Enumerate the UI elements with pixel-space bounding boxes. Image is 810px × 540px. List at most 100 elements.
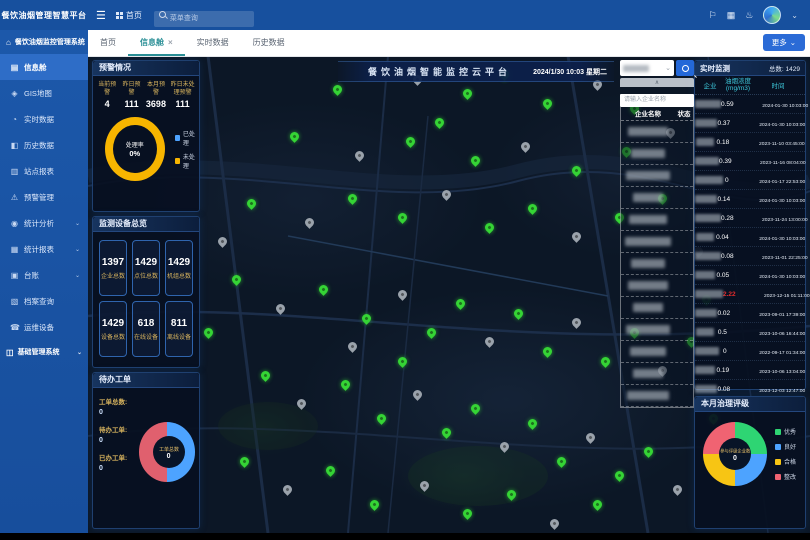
- table-row[interactable]: 02022-09-17 01:34:00: [695, 342, 805, 361]
- map-pin[interactable]: [570, 164, 583, 177]
- map-pin[interactable]: [418, 479, 431, 492]
- sidebar-item[interactable]: ▤信息舱: [0, 54, 88, 80]
- map-pin[interactable]: [411, 388, 424, 401]
- tab-item[interactable]: 历史数据: [241, 30, 297, 56]
- map-pin[interactable]: [404, 135, 417, 148]
- tab-item[interactable]: 实时数据: [185, 30, 241, 56]
- list-item[interactable]: [621, 275, 693, 297]
- menu-search-input[interactable]: [154, 11, 254, 27]
- map-pin[interactable]: [375, 412, 388, 425]
- sidebar-item[interactable]: ◔实时数据: [0, 106, 88, 132]
- map-pin[interactable]: [425, 326, 438, 339]
- table-row[interactable]: 0.372024-01-30 10:03:00: [695, 114, 805, 133]
- map-pin[interactable]: [216, 235, 229, 248]
- table-row[interactable]: 0.042024-01-30 10:03:00: [695, 228, 805, 247]
- map-pin[interactable]: [332, 83, 345, 96]
- table-row[interactable]: 0.592024-01-30 10:03:00: [695, 95, 805, 114]
- map-pin[interactable]: [440, 188, 453, 201]
- list-item[interactable]: [621, 143, 693, 165]
- list-item[interactable]: [621, 209, 693, 231]
- list-item[interactable]: [621, 165, 693, 187]
- map-pin[interactable]: [281, 483, 294, 496]
- sidebar-item[interactable]: ⚠预警管理: [0, 184, 88, 210]
- table-row[interactable]: 0.142024-01-30 10:03:00: [695, 190, 805, 209]
- list-item[interactable]: [621, 231, 693, 253]
- enterprise-search-button[interactable]: [676, 60, 694, 76]
- sidebar-item[interactable]: ▧档案查询: [0, 288, 88, 314]
- map-pin[interactable]: [288, 130, 301, 143]
- map-pin[interactable]: [353, 150, 366, 163]
- table-row[interactable]: 0.392023-11-16 08:04:00: [695, 152, 805, 171]
- tab-active[interactable]: 信息舱×: [128, 30, 185, 56]
- sidebar-item[interactable]: ▦统计报表⌄: [0, 236, 88, 262]
- map-pin[interactable]: [202, 326, 215, 339]
- table-row[interactable]: 0.022023-09-01 17:39:00: [695, 304, 805, 323]
- map-pin[interactable]: [469, 402, 482, 415]
- theme-icon[interactable]: ⚐: [709, 11, 717, 20]
- enterprise-select[interactable]: ⌄: [620, 60, 674, 76]
- table-row[interactable]: 2.222023-12-15 01:11:00: [695, 285, 805, 304]
- map-pin[interactable]: [462, 88, 475, 101]
- map-pin[interactable]: [555, 455, 568, 468]
- map-pin[interactable]: [454, 297, 467, 310]
- sidebar-item[interactable]: ◉统计分析⌄: [0, 210, 88, 236]
- more-button[interactable]: 更多⌄: [763, 34, 805, 51]
- apps-icon[interactable]: ▦: [727, 11, 736, 20]
- enterprise-search-input[interactable]: [620, 94, 694, 107]
- map-pin[interactable]: [397, 355, 410, 368]
- list-item[interactable]: [621, 363, 693, 385]
- map-pin[interactable]: [245, 197, 258, 210]
- map-pin[interactable]: [541, 345, 554, 358]
- list-item[interactable]: [621, 385, 693, 407]
- map-pin[interactable]: [368, 498, 381, 511]
- sidebar-item[interactable]: ▥站点报表: [0, 158, 88, 184]
- map-pin[interactable]: [512, 307, 525, 320]
- map-pin[interactable]: [433, 116, 446, 129]
- map-pin[interactable]: [671, 483, 684, 496]
- sidebar-section-bottom[interactable]: ◫ 基础管理系统 ⌄: [0, 340, 88, 364]
- map-pin[interactable]: [483, 336, 496, 349]
- map-pin[interactable]: [346, 340, 359, 353]
- collapse-tab[interactable]: ∧: [620, 78, 694, 87]
- map-pin[interactable]: [527, 202, 540, 215]
- table-row[interactable]: 0.182023-11-10 03:45:00: [695, 133, 805, 152]
- list-item[interactable]: [621, 121, 693, 143]
- map-pin[interactable]: [505, 488, 518, 501]
- sidebar-item[interactable]: ◧历史数据: [0, 132, 88, 158]
- map-pin[interactable]: [570, 231, 583, 244]
- map-pin[interactable]: [440, 426, 453, 439]
- map-pin[interactable]: [238, 455, 251, 468]
- map-pin[interactable]: [642, 445, 655, 458]
- table-row[interactable]: 02024-01-17 22:53:00: [695, 171, 805, 190]
- list-item[interactable]: [621, 297, 693, 319]
- map-pin[interactable]: [469, 154, 482, 167]
- map-pin[interactable]: [296, 398, 309, 411]
- sidebar-item[interactable]: ▣台账⌄: [0, 262, 88, 288]
- list-item[interactable]: [621, 319, 693, 341]
- map-pin[interactable]: [397, 288, 410, 301]
- hamburger-icon[interactable]: ☰: [96, 9, 106, 22]
- map-pin[interactable]: [519, 140, 532, 153]
- map-pin[interactable]: [339, 378, 352, 391]
- table-row[interactable]: 0.282023-11-24 13:00:00: [695, 209, 805, 228]
- nav-home-item[interactable]: 首页: [116, 10, 142, 21]
- close-icon[interactable]: ×: [168, 38, 173, 47]
- map-pin[interactable]: [599, 355, 612, 368]
- table-row[interactable]: 0.082023-11-01 22:25:00: [695, 247, 805, 266]
- map-pin[interactable]: [303, 216, 316, 229]
- map-pin[interactable]: [324, 464, 337, 477]
- flame-icon[interactable]: ♨: [745, 11, 753, 20]
- map-pin[interactable]: [541, 97, 554, 110]
- sidebar-item[interactable]: ☎运维设备: [0, 314, 88, 340]
- table-row[interactable]: 0.192023-10-06 13:04:00: [695, 361, 805, 380]
- table-row[interactable]: 0.052024-01-30 10:03:00: [695, 266, 805, 285]
- chevron-down-icon[interactable]: ⌄: [791, 11, 798, 20]
- map-pin[interactable]: [613, 469, 626, 482]
- list-item[interactable]: [621, 187, 693, 209]
- tab-item[interactable]: 首页: [88, 30, 128, 56]
- map-pin[interactable]: [570, 316, 583, 329]
- map-pin[interactable]: [360, 312, 373, 325]
- map-pin[interactable]: [346, 192, 359, 205]
- map-pin[interactable]: [397, 212, 410, 225]
- list-item[interactable]: [621, 341, 693, 363]
